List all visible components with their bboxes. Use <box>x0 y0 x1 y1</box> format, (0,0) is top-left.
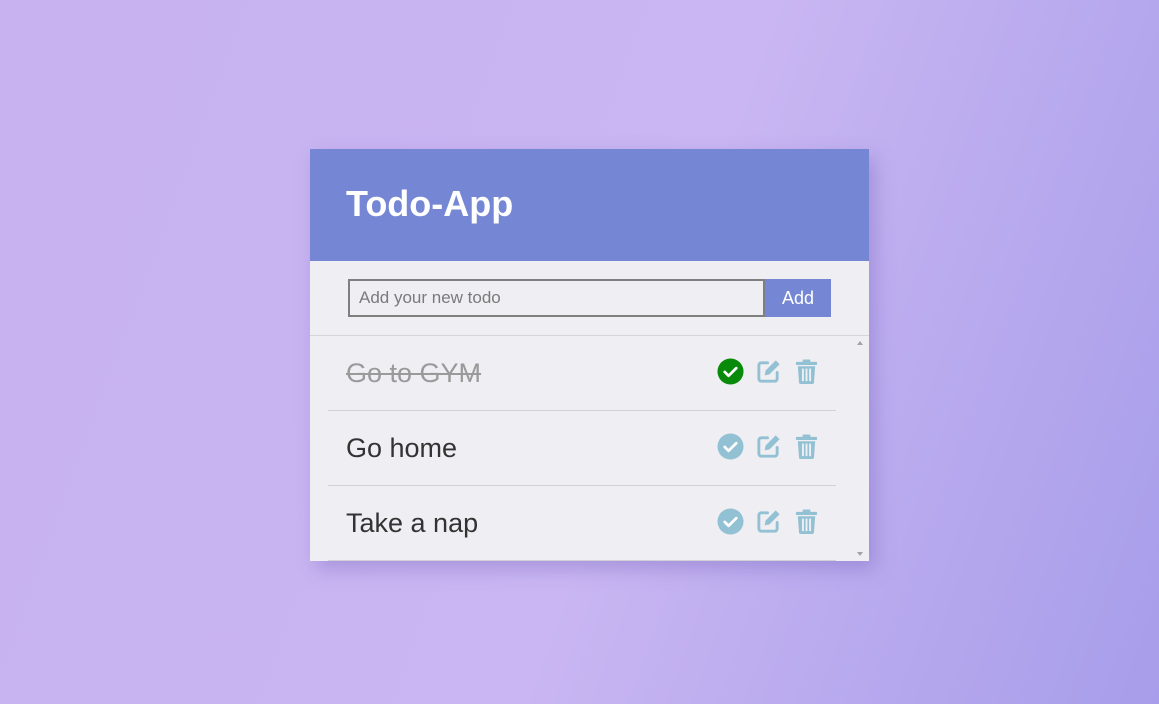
trash-icon[interactable] <box>793 358 820 385</box>
add-todo-form: Add <box>348 279 831 317</box>
todo-actions <box>717 433 820 460</box>
scroll-up-arrow-icon[interactable] <box>857 341 863 345</box>
trash-icon[interactable] <box>793 433 820 460</box>
trash-icon[interactable] <box>793 508 820 535</box>
app-title: Todo-App <box>346 183 514 224</box>
scroll-down-arrow-icon[interactable] <box>857 552 863 556</box>
todo-item: Take a nap <box>328 486 836 561</box>
todo-actions <box>717 508 820 535</box>
todo-item: Go home <box>328 411 836 486</box>
add-button[interactable]: Add <box>765 279 831 317</box>
todo-actions <box>717 358 820 385</box>
todo-item: Go to GYM <box>328 336 836 411</box>
check-circle-icon[interactable] <box>717 358 744 385</box>
check-circle-icon[interactable] <box>717 433 744 460</box>
check-circle-icon[interactable] <box>717 508 744 535</box>
pen-to-square-icon[interactable] <box>755 358 782 385</box>
todo-text: Go home <box>346 433 458 463</box>
todo-text: Go to GYM <box>346 358 482 388</box>
app-header: Todo-App <box>310 149 869 261</box>
todo-app-card: Todo-App Add Go to GYM Go home Take a na… <box>310 149 869 561</box>
pen-to-square-icon[interactable] <box>755 433 782 460</box>
new-todo-input[interactable] <box>348 279 765 317</box>
todo-list: Go to GYM Go home Take a nap <box>328 336 836 561</box>
pen-to-square-icon[interactable] <box>755 508 782 535</box>
todo-text: Take a nap <box>346 508 479 538</box>
list-scrollbar[interactable] <box>852 336 869 561</box>
